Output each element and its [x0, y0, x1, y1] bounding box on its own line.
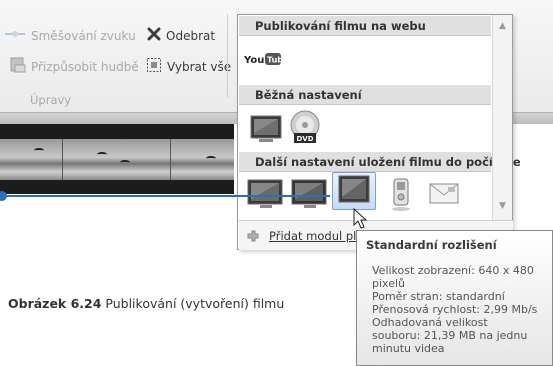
- tooltip: Standardní rozlišení Velikost zobrazení:…: [356, 230, 553, 366]
- group-label: Úpravy: [30, 93, 72, 107]
- storyboard-frames: [0, 139, 234, 180]
- scroll-up-icon[interactable]: ▲: [499, 21, 506, 31]
- tv-output-button[interactable]: [248, 113, 284, 148]
- callout-dot: [0, 191, 7, 201]
- section-header-more: Další nastavení uložení filmu do počítač…: [239, 152, 521, 172]
- tooltip-title: Standardní rozlišení: [366, 238, 497, 252]
- standard-resolution-button[interactable]: [332, 172, 376, 210]
- figure-caption-text: Publikování (vytvoření) filmu: [101, 296, 285, 311]
- monitor-icon: [250, 115, 282, 142]
- select-all-button[interactable]: Vybrat vše: [146, 57, 231, 76]
- email-button[interactable]: [428, 181, 462, 210]
- select-all-icon: [146, 57, 162, 76]
- select-all-label: Vybrat vše: [167, 59, 232, 74]
- mobile-device-button[interactable]: [386, 177, 416, 216]
- callout-line: [0, 195, 330, 197]
- svg-text:You: You: [244, 55, 264, 66]
- mix-audio-button[interactable]: Směšování zvuku: [4, 27, 136, 44]
- bird-shape: [120, 160, 130, 165]
- bird-shape: [206, 156, 216, 161]
- gallery-scrollbar[interactable]: ▲ ▼: [492, 15, 512, 220]
- remove-icon: [147, 27, 161, 44]
- tooltip-body: Velikost zobrazení: 640 x 480 pixelů Pom…: [372, 264, 538, 355]
- widescreen-tv-icon: [247, 179, 283, 208]
- frame-divider: [170, 139, 171, 180]
- monitor-icon: [291, 179, 327, 208]
- dvd-button[interactable]: DVD: [288, 109, 322, 150]
- publish-gallery: Publikování filmu na webu You Tube Běžná…: [237, 14, 521, 250]
- fit-to-music-button[interactable]: Přizpůsobit hudbě: [10, 57, 139, 76]
- plugin-icon: [245, 228, 261, 247]
- fit-to-music-label: Přizpůsobit hudbě: [31, 59, 139, 74]
- mobile-phone-icon: [392, 178, 410, 211]
- section-header-common: Běžná nastavení: [239, 85, 491, 105]
- email-icon: [429, 183, 459, 204]
- svg-text:DVD: DVD: [296, 135, 313, 143]
- svg-text:Tube: Tube: [267, 56, 282, 65]
- mix-audio-icon: [4, 27, 26, 44]
- figure-caption: Obrázek 6.24 Publikování (vytvoření) fil…: [8, 296, 284, 311]
- figure-number: Obrázek 6.24: [8, 296, 102, 311]
- youtube-button[interactable]: You Tube: [243, 51, 289, 70]
- remove-label: Odebrat: [166, 28, 216, 43]
- remove-button[interactable]: Odebrat: [147, 27, 215, 44]
- scroll-down-icon[interactable]: ▼: [499, 201, 506, 211]
- monitor-4-3-icon: [338, 175, 370, 203]
- fit-to-music-icon: [10, 57, 26, 76]
- dvd-icon: DVD: [290, 110, 320, 143]
- group-separator: [227, 14, 228, 98]
- bird-shape: [97, 152, 107, 157]
- youtube-icon: You Tube: [243, 53, 289, 66]
- bird-shape: [34, 148, 44, 153]
- frame-divider: [62, 139, 63, 180]
- mix-audio-label: Směšování zvuku: [31, 28, 136, 43]
- section-header-publish: Publikování filmu na webu: [239, 16, 491, 36]
